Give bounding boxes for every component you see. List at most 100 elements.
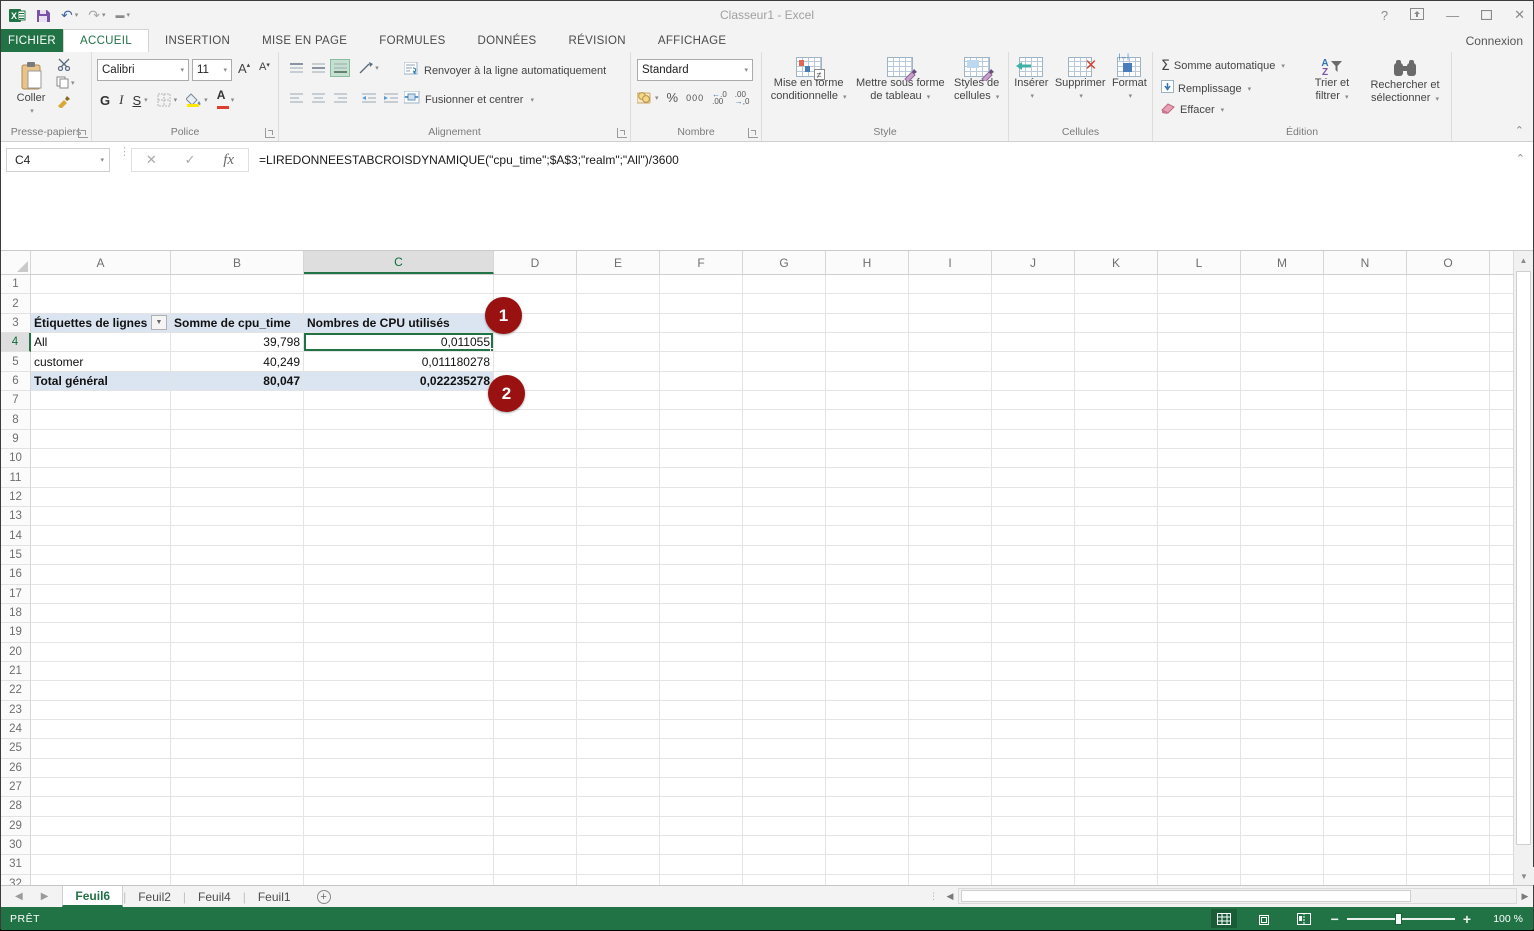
- cell-partial-11[interactable]: [1490, 468, 1515, 487]
- font-color-icon[interactable]: A▾: [217, 90, 235, 110]
- cell-A21[interactable]: [31, 662, 171, 681]
- cell-D30[interactable]: [494, 836, 577, 855]
- cell-F6[interactable]: [660, 372, 743, 391]
- cell-L17[interactable]: [1158, 585, 1241, 604]
- cell-B17[interactable]: [171, 585, 304, 604]
- cell-partial-31[interactable]: [1490, 855, 1515, 874]
- bold-button[interactable]: G: [100, 93, 110, 108]
- align-middle-icon[interactable]: [308, 59, 328, 77]
- align-left-icon[interactable]: [286, 89, 306, 107]
- cell-C19[interactable]: [304, 623, 494, 642]
- cell-partial-14[interactable]: [1490, 526, 1515, 545]
- cell-I27[interactable]: [909, 778, 992, 797]
- cell-E8[interactable]: [577, 410, 660, 429]
- cell-A1[interactable]: [31, 275, 171, 294]
- font-dialog-launcher[interactable]: [265, 128, 275, 138]
- cell-G23[interactable]: [743, 701, 826, 720]
- cell-M23[interactable]: [1241, 701, 1324, 720]
- cell-D1[interactable]: [494, 275, 577, 294]
- cell-H29[interactable]: [826, 817, 909, 836]
- cell-K19[interactable]: [1075, 623, 1158, 642]
- cell-A30[interactable]: [31, 836, 171, 855]
- cell-K9[interactable]: [1075, 430, 1158, 449]
- fill-color-icon[interactable]: ▾: [186, 93, 208, 107]
- cell-H1[interactable]: [826, 275, 909, 294]
- cell-E14[interactable]: [577, 526, 660, 545]
- cell-C10[interactable]: [304, 449, 494, 468]
- cell-H20[interactable]: [826, 643, 909, 662]
- cell-J25[interactable]: [992, 739, 1075, 758]
- scroll-left-icon[interactable]: ◀: [942, 891, 958, 902]
- cell-C8[interactable]: [304, 410, 494, 429]
- cell-O26[interactable]: [1407, 759, 1490, 778]
- cell-partial-1[interactable]: [1490, 275, 1515, 294]
- cell-partial-18[interactable]: [1490, 604, 1515, 623]
- cell-partial-24[interactable]: [1490, 720, 1515, 739]
- cell-F25[interactable]: [660, 739, 743, 758]
- cell-E10[interactable]: [577, 449, 660, 468]
- cell-C21[interactable]: [304, 662, 494, 681]
- cell-A19[interactable]: [31, 623, 171, 642]
- column-header-H[interactable]: H: [826, 251, 909, 274]
- cell-L28[interactable]: [1158, 797, 1241, 816]
- cell-A11[interactable]: [31, 468, 171, 487]
- cell-G18[interactable]: [743, 604, 826, 623]
- cell-B27[interactable]: [171, 778, 304, 797]
- cell-C7[interactable]: [304, 391, 494, 410]
- font-name-select[interactable]: Calibri▾: [97, 59, 189, 81]
- row-header-22[interactable]: 22: [1, 681, 31, 700]
- row-header-29[interactable]: 29: [1, 817, 31, 836]
- cell-M28[interactable]: [1241, 797, 1324, 816]
- cell-H13[interactable]: [826, 507, 909, 526]
- cell-J20[interactable]: [992, 643, 1075, 662]
- row-header-11[interactable]: 11: [1, 468, 31, 487]
- sheet-tab-feuil4[interactable]: Feuil4: [186, 886, 243, 907]
- cell-M12[interactable]: [1241, 488, 1324, 507]
- cell-N11[interactable]: [1324, 468, 1407, 487]
- cell-partial-26[interactable]: [1490, 759, 1515, 778]
- cell-J2[interactable]: [992, 294, 1075, 313]
- cell-O22[interactable]: [1407, 681, 1490, 700]
- row-header-14[interactable]: 14: [1, 526, 31, 545]
- cell-partial-28[interactable]: [1490, 797, 1515, 816]
- cell-B20[interactable]: [171, 643, 304, 662]
- cell-E30[interactable]: [577, 836, 660, 855]
- row-header-28[interactable]: 28: [1, 797, 31, 816]
- cell-F17[interactable]: [660, 585, 743, 604]
- cell-L10[interactable]: [1158, 449, 1241, 468]
- row-header-6[interactable]: 6: [1, 372, 31, 391]
- cell-partial-20[interactable]: [1490, 643, 1515, 662]
- column-header-D[interactable]: D: [494, 251, 577, 274]
- cell-D9[interactable]: [494, 430, 577, 449]
- insert-cells-button[interactable]: Insérer▾: [1014, 52, 1048, 103]
- cell-L30[interactable]: [1158, 836, 1241, 855]
- row-header-17[interactable]: 17: [1, 585, 31, 604]
- cell-G15[interactable]: [743, 546, 826, 565]
- font-size-select[interactable]: 11▾: [192, 59, 232, 81]
- cell-K3[interactable]: [1075, 314, 1158, 333]
- row-header-25[interactable]: 25: [1, 739, 31, 758]
- cell-F1[interactable]: [660, 275, 743, 294]
- cell-E16[interactable]: [577, 565, 660, 584]
- cell-C29[interactable]: [304, 817, 494, 836]
- scroll-right-icon[interactable]: ▶: [1517, 891, 1533, 902]
- cell-I22[interactable]: [909, 681, 992, 700]
- sheet-tab-feuil2[interactable]: Feuil2: [126, 886, 183, 907]
- cell-A12[interactable]: [31, 488, 171, 507]
- cell-L29[interactable]: [1158, 817, 1241, 836]
- cell-E5[interactable]: [577, 352, 660, 371]
- cell-F23[interactable]: [660, 701, 743, 720]
- sheet-tab-feuil1[interactable]: Feuil1: [246, 886, 303, 907]
- cell-L7[interactable]: [1158, 391, 1241, 410]
- cell-G6[interactable]: [743, 372, 826, 391]
- cell-C15[interactable]: [304, 546, 494, 565]
- horizontal-scrollbar[interactable]: ⋮ ◀ ▶: [929, 885, 1533, 907]
- cell-O2[interactable]: [1407, 294, 1490, 313]
- cell-O25[interactable]: [1407, 739, 1490, 758]
- cell-E32[interactable]: [577, 875, 660, 885]
- cell-E21[interactable]: [577, 662, 660, 681]
- cell-M20[interactable]: [1241, 643, 1324, 662]
- row-labels-filter-icon[interactable]: ▼: [151, 315, 167, 330]
- merge-center-button[interactable]: Fusionner et centrer ▾: [404, 91, 534, 109]
- cell-A24[interactable]: [31, 720, 171, 739]
